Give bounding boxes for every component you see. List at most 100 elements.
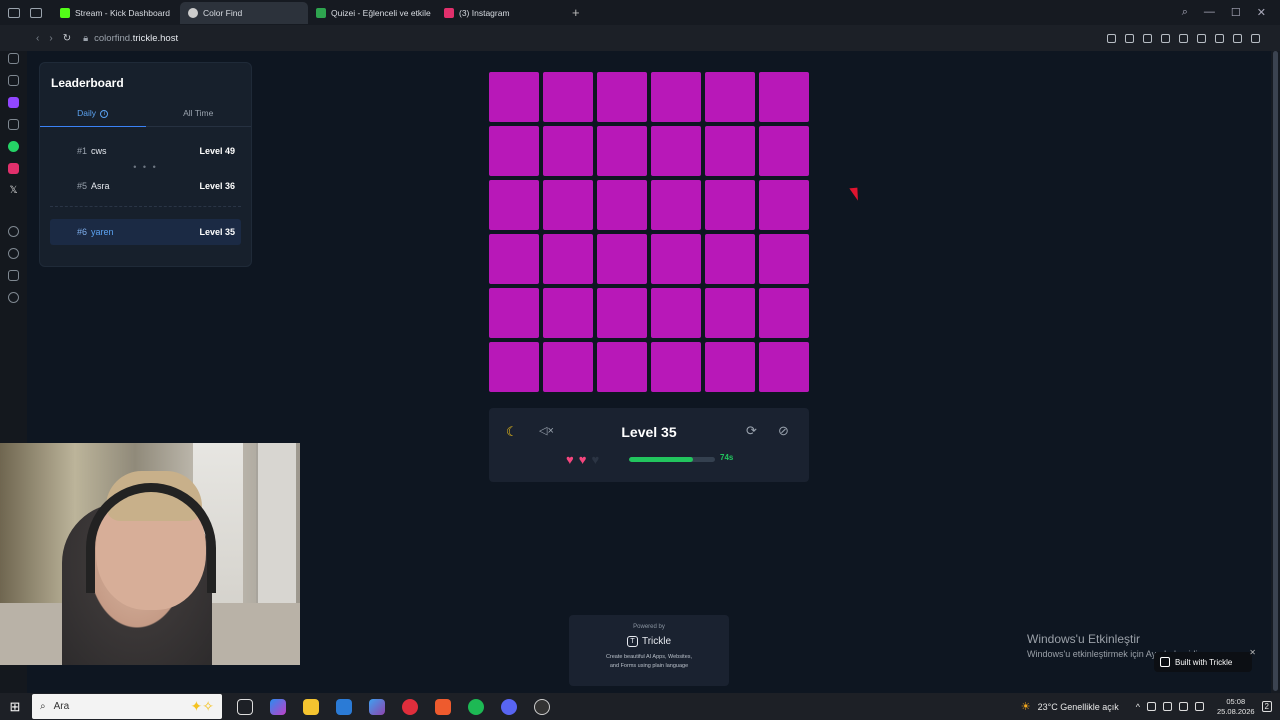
store-icon[interactable] (369, 698, 385, 715)
color-tile[interactable] (543, 126, 593, 176)
extensions-icon[interactable] (8, 270, 19, 281)
x-icon[interactable]: 𝕏 (8, 185, 19, 196)
info-icon[interactable]: i (100, 109, 109, 118)
settings-icon[interactable] (8, 292, 19, 303)
wallet-icon[interactable] (1215, 33, 1224, 43)
color-tile[interactable] (651, 180, 701, 230)
mic-icon[interactable] (1179, 702, 1188, 711)
color-tile[interactable] (543, 342, 593, 392)
color-tile[interactable] (651, 234, 701, 284)
minimize-icon[interactable]: — (1204, 6, 1215, 19)
color-tile[interactable] (543, 180, 593, 230)
color-tile[interactable] (597, 288, 647, 338)
color-tile[interactable] (651, 342, 701, 392)
color-tile[interactable] (705, 180, 755, 230)
restart-icon[interactable]: ⟳ (746, 423, 757, 439)
back-icon[interactable]: ‹ (36, 33, 39, 44)
color-tile[interactable] (489, 180, 539, 230)
network-icon[interactable] (1163, 702, 1172, 711)
tab-daily[interactable]: Daily i (40, 108, 146, 127)
heart-icon[interactable] (1197, 33, 1206, 43)
task-view-icon[interactable] (237, 698, 253, 715)
page-scrollbar[interactable] (1271, 51, 1280, 693)
percent-icon[interactable] (8, 119, 19, 130)
color-tile[interactable] (489, 126, 539, 176)
tray-app-icon[interactable] (1147, 702, 1156, 711)
color-tile[interactable] (489, 72, 539, 122)
download-icon[interactable] (1233, 33, 1242, 43)
app-icon[interactable] (435, 698, 451, 715)
color-tile[interactable] (597, 234, 647, 284)
close-icon[interactable]: ✕ (1249, 648, 1256, 657)
whatsapp-icon[interactable] (8, 141, 19, 152)
workspaces-icon[interactable] (8, 7, 20, 18)
color-tile[interactable] (705, 126, 755, 176)
obs-icon[interactable] (534, 698, 550, 715)
copilot-icon[interactable] (270, 698, 286, 715)
pin-icon[interactable] (1107, 33, 1116, 43)
color-tile[interactable] (489, 288, 539, 338)
start-button[interactable]: ⊞ (0, 699, 30, 715)
tab-kick-dashboard[interactable]: Stream - Kick Dashboard (52, 2, 180, 24)
shield-icon[interactable] (1143, 33, 1152, 43)
color-tile[interactable] (597, 72, 647, 122)
chevron-up-icon[interactable]: ^ (1136, 702, 1140, 712)
color-tile[interactable] (489, 234, 539, 284)
color-tile[interactable] (759, 342, 809, 392)
color-tile[interactable] (759, 126, 809, 176)
volume-icon[interactable] (1195, 702, 1204, 711)
tab-quizei[interactable]: Quizei - Eğlenceli ve etkile (308, 2, 436, 24)
file-explorer-icon[interactable] (303, 698, 319, 715)
reload-icon[interactable]: ↻ (63, 33, 71, 44)
url-field[interactable]: 🔒︎ colorfind.trickle.host (83, 33, 178, 44)
close-icon[interactable]: ✕ (1257, 6, 1266, 19)
player-icon[interactable] (1179, 33, 1188, 43)
color-tile[interactable] (759, 180, 809, 230)
trickle-badge[interactable]: Powered by T Trickle Create beautiful AI … (569, 615, 729, 686)
color-tile[interactable] (759, 72, 809, 122)
notifications-badge[interactable]: 2 (1261, 701, 1272, 712)
color-tile[interactable] (489, 342, 539, 392)
snapshot-icon[interactable] (1125, 33, 1134, 43)
tab-color-find[interactable]: Color Find (180, 1, 308, 24)
color-tile[interactable] (543, 288, 593, 338)
discord-icon[interactable] (501, 698, 517, 715)
color-tile[interactable] (543, 234, 593, 284)
forward-icon[interactable]: › (49, 33, 52, 44)
player-icon[interactable] (8, 226, 19, 237)
clock[interactable]: 05:08 25.08.2026 (1217, 697, 1255, 717)
color-tile[interactable] (705, 234, 755, 284)
tab-instagram[interactable]: (3) Instagram (436, 2, 564, 24)
opera-icon[interactable] (402, 698, 418, 715)
color-tile[interactable] (543, 72, 593, 122)
messenger-icon[interactable] (8, 75, 19, 86)
search-tabs-icon[interactable]: ⌕ (1182, 6, 1188, 19)
menu-icon[interactable] (1251, 33, 1260, 43)
twitch-icon[interactable] (8, 97, 19, 108)
browser-menu[interactable] (0, 7, 52, 18)
color-tile[interactable] (759, 234, 809, 284)
translate-icon[interactable] (1161, 33, 1170, 43)
spotify-icon[interactable] (468, 698, 484, 715)
color-tile[interactable] (597, 180, 647, 230)
color-tile[interactable] (705, 342, 755, 392)
color-tile[interactable] (651, 72, 701, 122)
color-tile[interactable] (651, 126, 701, 176)
instagram-icon[interactable] (8, 163, 19, 174)
maximize-icon[interactable]: ☐ (1231, 6, 1241, 19)
color-tile[interactable] (597, 342, 647, 392)
new-tab-icon[interactable]: + (572, 5, 580, 20)
pinboard-icon[interactable] (8, 53, 19, 64)
tab-all-time[interactable]: All Time (145, 108, 251, 127)
color-tile[interactable] (597, 126, 647, 176)
color-tile[interactable] (705, 72, 755, 122)
color-tile[interactable] (759, 288, 809, 338)
tab-list-icon[interactable] (30, 7, 42, 18)
weather-text[interactable]: 23°C Genellikle açık (1038, 702, 1119, 712)
color-tile[interactable] (705, 288, 755, 338)
built-with-trickle-button[interactable]: Built with Trickle ✕ (1154, 648, 1256, 672)
color-tile[interactable] (651, 288, 701, 338)
hide-icon[interactable]: ⊘ (778, 423, 789, 439)
history-icon[interactable] (8, 248, 19, 259)
taskbar-search[interactable]: ⌕ Ara ✦✧ (32, 694, 222, 719)
